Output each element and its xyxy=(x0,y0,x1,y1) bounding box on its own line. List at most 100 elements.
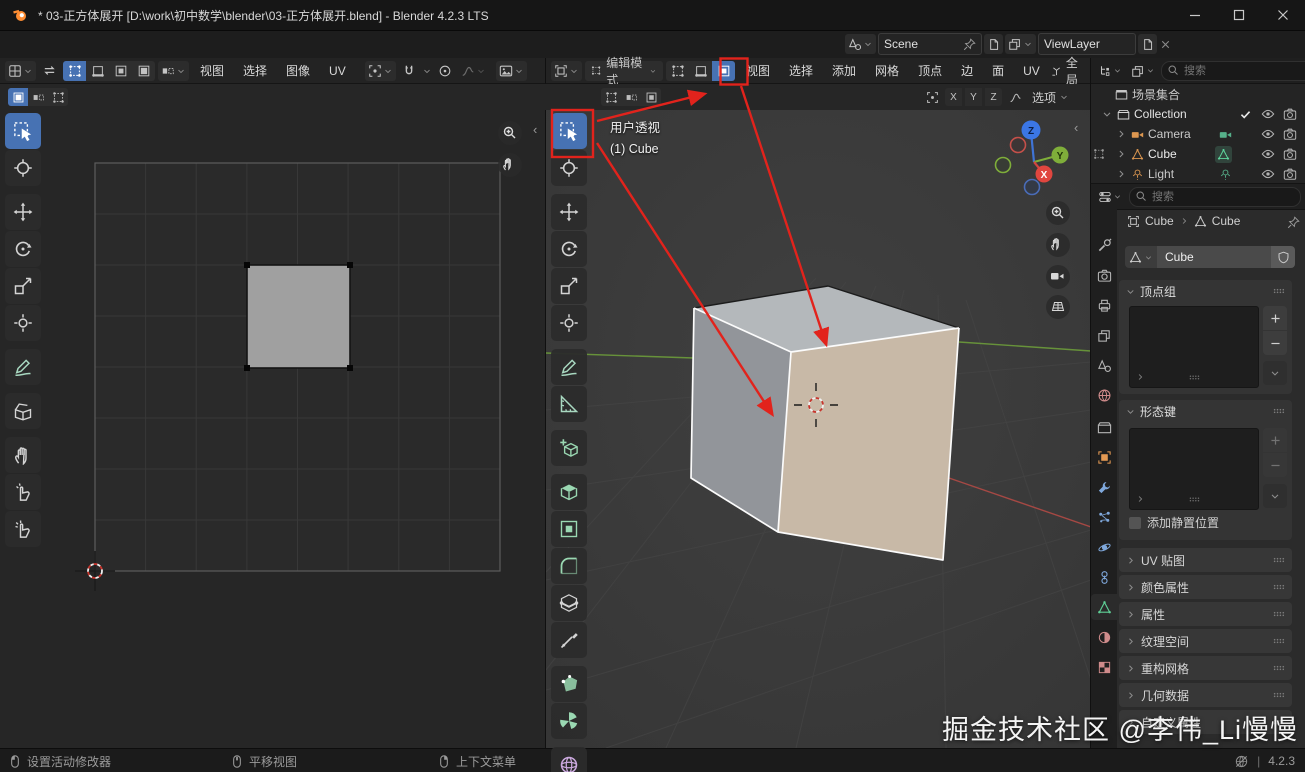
panel-attributes[interactable]: 属性 xyxy=(1119,602,1292,626)
uv-toggle-uv-overlay-icon[interactable] xyxy=(48,88,68,106)
tab-world[interactable] xyxy=(1091,382,1117,408)
tab-material[interactable] xyxy=(1091,624,1117,650)
uv-snap-toggle[interactable] xyxy=(399,61,419,81)
tab-object-data[interactable] xyxy=(1091,594,1117,620)
uv-proportional-edit-toggle[interactable] xyxy=(435,61,455,81)
uv-tool-tweak[interactable] xyxy=(5,113,41,149)
uv-select-mode-edge[interactable] xyxy=(86,61,109,81)
uv-sticky-selection-dropdown[interactable] xyxy=(158,61,189,81)
uv-menu-image[interactable]: 图像 xyxy=(278,60,318,81)
vp-tool-tweak[interactable] xyxy=(551,113,587,149)
chevron-right-icon[interactable] xyxy=(1115,148,1127,160)
uv-tool-grab[interactable] xyxy=(5,437,41,473)
outliner-display-mode-dropdown[interactable] xyxy=(1095,61,1125,81)
vp-menu-vertex[interactable]: 顶点 xyxy=(910,60,950,81)
fake-user-shield-button[interactable] xyxy=(1271,246,1295,268)
breadcrumb-object[interactable]: Cube xyxy=(1145,214,1174,228)
vertex-group-remove-button[interactable] xyxy=(1263,331,1287,355)
vp-tool-measure[interactable] xyxy=(551,386,587,422)
vp-menu-face[interactable]: 面 xyxy=(984,60,1012,81)
viewport-editor-type-button[interactable] xyxy=(551,61,582,81)
panel-geometry-data[interactable]: 几何数据 xyxy=(1119,683,1292,707)
shape-key-remove-button[interactable] xyxy=(1263,453,1287,477)
disable-render-icon[interactable] xyxy=(1283,127,1297,141)
uv-tool-transform[interactable] xyxy=(5,305,41,341)
uv-editor-canvas[interactable]: ‹ xyxy=(0,110,545,748)
viewport-canvas[interactable]: Z Y X ‹ 用户透视 (1) Cube xyxy=(545,110,1091,748)
uv-select-mode-vertex[interactable] xyxy=(63,61,86,81)
vp-tool-knife[interactable] xyxy=(551,622,587,658)
breadcrumb-data[interactable]: Cube xyxy=(1212,214,1241,228)
hide-eye-icon[interactable] xyxy=(1261,127,1275,141)
uv-tool-scale[interactable] xyxy=(5,268,41,304)
viewlayer-name-field[interactable]: ViewLayer xyxy=(1038,33,1136,55)
add-rest-position-checkbox[interactable] xyxy=(1129,517,1141,529)
tab-texture[interactable] xyxy=(1091,654,1117,680)
pin-icon[interactable] xyxy=(1287,216,1300,229)
close-button[interactable] xyxy=(1261,0,1305,30)
uv-select-mode-island[interactable] xyxy=(132,61,155,81)
mesh-browse-button[interactable] xyxy=(1125,246,1157,268)
chevron-down-icon[interactable] xyxy=(1101,108,1113,120)
uv-snap-dropdown[interactable] xyxy=(422,61,432,81)
vp-tool-smooth[interactable] xyxy=(551,747,587,772)
tab-render[interactable] xyxy=(1091,262,1117,288)
shape-keys-list[interactable] xyxy=(1129,428,1259,510)
vp-tool-poly-build[interactable] xyxy=(551,666,587,702)
viewlayer-new-button[interactable] xyxy=(1138,34,1157,54)
uv-image-browse-button[interactable] xyxy=(496,61,527,81)
disable-render-icon[interactable] xyxy=(1283,147,1297,161)
vp-tool-move[interactable] xyxy=(551,194,587,230)
mesh-select-mode-face[interactable] xyxy=(712,61,735,81)
vp-tool-transform[interactable] xyxy=(551,305,587,341)
panel-color-attributes[interactable]: 颜色属性 xyxy=(1119,575,1292,599)
panel-texture-space[interactable]: 纹理空间 xyxy=(1119,629,1292,653)
collection-checkbox[interactable] xyxy=(1239,108,1252,121)
tab-modifiers[interactable] xyxy=(1091,474,1117,500)
outliner-filter-dropdown[interactable] xyxy=(1128,61,1158,81)
drag-grip-icon[interactable] xyxy=(1272,284,1286,298)
vp-menu-view[interactable]: 视图 xyxy=(738,60,778,81)
vp-tool-loop-cut[interactable] xyxy=(551,585,587,621)
tab-collection[interactable] xyxy=(1091,414,1117,440)
transform-orientation-dropdown[interactable]: 全局 xyxy=(1051,54,1085,88)
tab-view-layer[interactable] xyxy=(1091,322,1117,348)
mesh-name-field[interactable]: Cube xyxy=(1157,246,1271,268)
outliner-row-cube[interactable]: Cube xyxy=(1091,144,1305,164)
tab-output[interactable] xyxy=(1091,292,1117,318)
uv-proportional-falloff-dropdown[interactable] xyxy=(458,61,489,81)
tab-scene[interactable] xyxy=(1091,352,1117,378)
hide-eye-icon[interactable] xyxy=(1261,147,1275,161)
vp-menu-mesh[interactable]: 网格 xyxy=(867,60,907,81)
uv-tool-pinch[interactable] xyxy=(5,511,41,547)
chevron-right-icon[interactable] xyxy=(1115,128,1127,140)
uv-editor-type-button[interactable] xyxy=(5,61,36,81)
vp-menu-uv[interactable]: UV xyxy=(1015,62,1048,80)
tab-constraints[interactable] xyxy=(1091,564,1117,590)
panel-uv-maps[interactable]: UV 贴图 xyxy=(1119,548,1292,572)
vp-tool-cursor[interactable] xyxy=(551,150,587,186)
hide-eye-icon[interactable] xyxy=(1261,167,1275,181)
outliner-row-scene-collection[interactable]: 场景集合 xyxy=(1091,84,1305,104)
properties-editor-type-button[interactable] xyxy=(1095,187,1125,207)
minimize-button[interactable] xyxy=(1173,0,1217,30)
scene-new-button[interactable] xyxy=(984,34,1003,54)
shape-key-specials-dropdown[interactable] xyxy=(1263,484,1287,508)
mirror-z-toggle[interactable]: Z xyxy=(985,88,1002,106)
vp-falloff-icon[interactable] xyxy=(1005,88,1025,106)
hide-eye-icon[interactable] xyxy=(1261,107,1275,121)
vertex-groups-panel-header[interactable]: 顶点组 xyxy=(1119,280,1292,302)
vp-tool-bevel[interactable] xyxy=(551,548,587,584)
uv-sync-selection-toggle[interactable] xyxy=(39,61,60,81)
disable-render-icon[interactable] xyxy=(1283,107,1297,121)
uv-tool-move[interactable] xyxy=(5,194,41,230)
mirror-x-toggle[interactable]: X xyxy=(945,88,962,106)
disable-render-icon[interactable] xyxy=(1283,167,1297,181)
uv-tool-relax[interactable] xyxy=(5,474,41,510)
viewlayer-browse-button[interactable] xyxy=(1005,34,1036,54)
vp-toggle-overlays-icon[interactable] xyxy=(621,88,641,106)
vertex-group-specials-dropdown[interactable] xyxy=(1263,361,1287,385)
uv-menu-select[interactable]: 选择 xyxy=(235,60,275,81)
vp-toggle-xray-icon[interactable] xyxy=(641,88,661,106)
tab-tool[interactable] xyxy=(1091,232,1117,258)
